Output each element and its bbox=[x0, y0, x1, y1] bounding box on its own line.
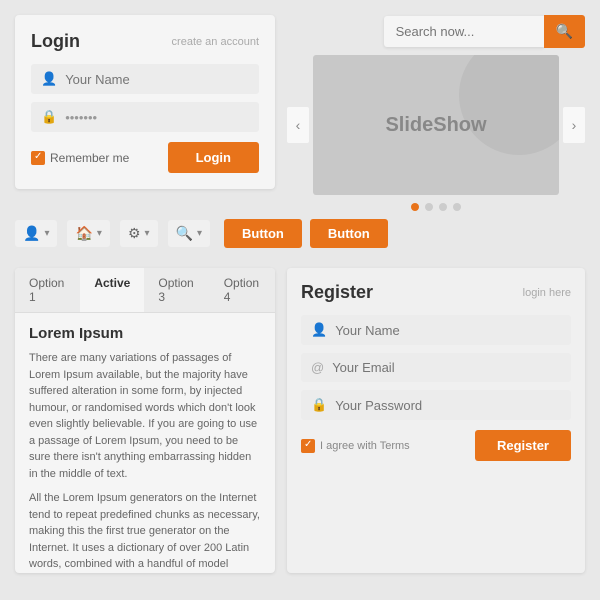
create-account-link[interactable]: create an account bbox=[172, 36, 259, 48]
dot-4[interactable] bbox=[453, 203, 461, 211]
register-title: Register bbox=[301, 282, 373, 303]
slide-content: SlideShow bbox=[313, 55, 559, 195]
search-dropdown-arrow: ▾ bbox=[197, 228, 202, 239]
password-input-group: 🔒 bbox=[31, 102, 259, 132]
register-name-group: 👤 bbox=[301, 315, 571, 345]
prev-slide-button[interactable]: ‹ bbox=[287, 107, 309, 143]
remember-label-text: Remember me bbox=[50, 151, 129, 165]
toolbar-button-2[interactable]: Button bbox=[310, 219, 388, 248]
password-input[interactable] bbox=[65, 110, 249, 125]
toolbar-buttons: Button Button bbox=[224, 219, 388, 248]
content-paragraph-1: There are many variations of passages of… bbox=[29, 350, 261, 482]
lock-icon: 🔒 bbox=[41, 109, 57, 125]
register-panel: Register login here 👤 @ 🔒 I agree with T… bbox=[287, 268, 585, 573]
content-paragraph-2: All the Lorem Ipsum generators on the In… bbox=[29, 490, 261, 573]
remember-me-label[interactable]: Remember me bbox=[31, 151, 129, 165]
login-here-link[interactable]: login here bbox=[523, 287, 571, 299]
search-input[interactable] bbox=[384, 16, 544, 47]
agree-checkbox[interactable] bbox=[301, 439, 315, 453]
register-header: Register login here bbox=[301, 282, 571, 303]
login-panel: Login create an account 👤 🔒 Remember me … bbox=[15, 15, 275, 189]
register-button[interactable]: Register bbox=[475, 430, 571, 461]
slide-label: SlideShow bbox=[385, 114, 486, 137]
tab-option1[interactable]: Option 1 bbox=[15, 268, 80, 312]
slideshow-container: ‹ SlideShow › bbox=[287, 55, 585, 195]
agree-terms-text: I agree with Terms bbox=[320, 440, 410, 452]
user-icon: 👤 bbox=[41, 71, 57, 87]
settings-toolbar-icon: ⚙ bbox=[128, 225, 141, 242]
remember-checkbox[interactable] bbox=[31, 151, 45, 165]
dot-1[interactable] bbox=[411, 203, 419, 211]
tab-option3[interactable]: Option 3 bbox=[144, 268, 209, 312]
content-area: Option 1 Active Option 3 Option 4 Lorem … bbox=[15, 268, 275, 573]
register-user-icon: 👤 bbox=[311, 322, 327, 338]
user-dropdown-arrow: ▾ bbox=[44, 228, 49, 239]
register-footer: I agree with Terms Register bbox=[301, 430, 571, 461]
username-input[interactable] bbox=[65, 72, 249, 87]
register-password-group: 🔒 bbox=[301, 390, 571, 420]
username-input-group: 👤 bbox=[31, 64, 259, 94]
search-container: 🔍 bbox=[384, 15, 585, 48]
agree-terms-label[interactable]: I agree with Terms bbox=[301, 439, 410, 453]
register-email-icon: @ bbox=[311, 360, 324, 375]
register-email-group: @ bbox=[301, 353, 571, 382]
toolbar-button-1[interactable]: Button bbox=[224, 219, 302, 248]
tab-active[interactable]: Active bbox=[80, 268, 144, 312]
login-title: Login bbox=[31, 31, 80, 52]
toolbar-user-group[interactable]: 👤 ▾ bbox=[15, 220, 57, 247]
register-password-input[interactable] bbox=[335, 398, 561, 413]
tab-bar: Option 1 Active Option 3 Option 4 bbox=[15, 268, 275, 313]
register-lock-icon: 🔒 bbox=[311, 397, 327, 413]
register-name-input[interactable] bbox=[335, 323, 561, 338]
home-toolbar-icon: 🏠 bbox=[75, 225, 92, 242]
login-button[interactable]: Login bbox=[168, 142, 259, 173]
search-button[interactable]: 🔍 bbox=[544, 15, 585, 48]
tab-option4[interactable]: Option 4 bbox=[210, 268, 275, 312]
next-slide-button[interactable]: › bbox=[563, 107, 585, 143]
toolbar-search-group[interactable]: 🔍 ▾ bbox=[168, 220, 210, 247]
toolbar-settings-group[interactable]: ⚙ ▾ bbox=[120, 220, 158, 247]
slide-dots bbox=[411, 203, 461, 211]
search-toolbar-icon: 🔍 bbox=[176, 225, 193, 242]
toolbar: 👤 ▾ 🏠 ▾ ⚙ ▾ 🔍 ▾ Button Button bbox=[15, 211, 585, 256]
dot-3[interactable] bbox=[439, 203, 447, 211]
login-footer: Remember me Login bbox=[31, 142, 259, 173]
dot-2[interactable] bbox=[425, 203, 433, 211]
login-header: Login create an account bbox=[31, 31, 259, 52]
search-icon: 🔍 bbox=[556, 23, 573, 39]
register-email-input[interactable] bbox=[332, 360, 561, 375]
settings-dropdown-arrow: ▾ bbox=[145, 228, 150, 239]
content-title: Lorem Ipsum bbox=[29, 325, 261, 342]
home-dropdown-arrow: ▾ bbox=[97, 228, 102, 239]
user-toolbar-icon: 👤 bbox=[23, 225, 40, 242]
tab-content-body: Lorem Ipsum There are many variations of… bbox=[15, 313, 275, 573]
toolbar-home-group[interactable]: 🏠 ▾ bbox=[67, 220, 109, 247]
